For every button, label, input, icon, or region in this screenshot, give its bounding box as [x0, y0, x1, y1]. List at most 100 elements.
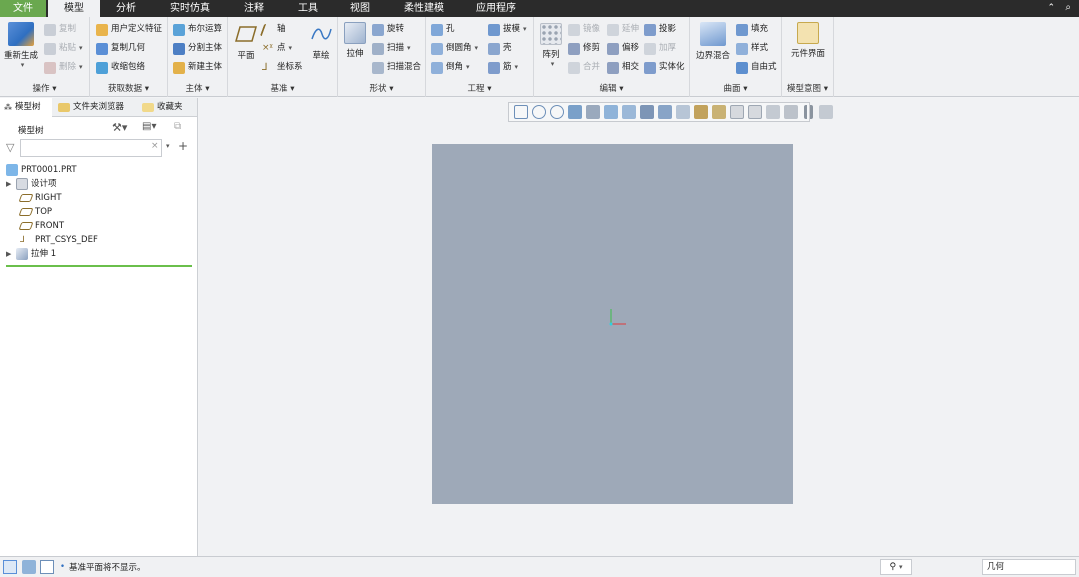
zoom-in-icon[interactable] — [532, 105, 546, 119]
tree-item-front[interactable]: FRONT — [18, 219, 64, 233]
tree-item-right[interactable]: RIGHT — [18, 191, 62, 205]
expand-arrow-icon[interactable]: ▶ — [6, 247, 16, 261]
tab-tools[interactable]: 工具 — [286, 0, 330, 17]
add-filter-icon[interactable]: + — [178, 139, 188, 153]
project-button[interactable]: 投影 — [644, 22, 676, 37]
rib-button[interactable]: 筋 ▾ — [488, 60, 518, 75]
tree-item-extrude[interactable]: ▶ 拉伸 1 — [6, 247, 56, 261]
extrude-button[interactable]: 拉伸 — [342, 22, 368, 59]
display-style-icon[interactable] — [640, 105, 654, 119]
sketch-button[interactable]: 草绘 — [308, 25, 334, 61]
mirror-button[interactable]: 镜像 — [568, 22, 600, 37]
paste-button[interactable]: 粘贴 ▾ — [44, 41, 83, 56]
hole-button[interactable]: 孔 — [431, 22, 455, 37]
tree-columns-icon[interactable]: ▤▾ — [142, 121, 156, 132]
solidify-button[interactable]: 实体化 — [644, 60, 685, 75]
refit-icon[interactable] — [514, 105, 528, 119]
insert-here-line[interactable] — [6, 265, 192, 267]
pause-icon[interactable] — [804, 105, 813, 119]
merge-button[interactable]: 合并 — [568, 60, 600, 75]
tree-item-top[interactable]: TOP — [18, 205, 52, 219]
shell-button[interactable]: 壳 — [488, 41, 512, 56]
pattern-button[interactable]: 阵列 ▾ — [538, 23, 564, 68]
selection-filter-select[interactable]: 几何 — [982, 559, 1076, 575]
copy-geometry-button[interactable]: 复制几何 — [96, 41, 145, 56]
plane-display-icon[interactable] — [748, 105, 762, 119]
datum-display-icon[interactable] — [658, 105, 672, 119]
regenerate-button[interactable]: 重新生成 ▾ — [2, 22, 40, 69]
find-button[interactable]: ⚲ ▾ — [880, 559, 912, 575]
tab-model-tree[interactable]: ⁂ 模型树 — [0, 98, 52, 117]
expand-arrow-icon[interactable]: ▶ — [6, 177, 16, 191]
group-get-data-label[interactable]: 获取数据 ▾ — [90, 82, 167, 94]
shrinkwrap-button[interactable]: 收缩包络 — [96, 60, 145, 75]
extend-button[interactable]: 延伸 — [607, 22, 639, 37]
tab-annotate[interactable]: 注释 — [232, 0, 276, 17]
group-shapes-label[interactable]: 形状 ▾ — [338, 82, 425, 94]
spin-center-icon[interactable] — [586, 105, 600, 119]
axis-button[interactable]: 轴 — [259, 22, 286, 37]
boundary-blend-button[interactable]: 边界混合 — [694, 22, 732, 61]
copy-button[interactable]: 复制 — [44, 22, 76, 37]
tab-folder-browser[interactable]: 文件夹浏览器 — [54, 98, 136, 117]
section-icon[interactable] — [694, 105, 708, 119]
tab-favorites[interactable]: 收藏夹 — [138, 98, 196, 117]
collapse-ribbon-icon[interactable]: ⌃ — [1047, 3, 1055, 13]
group-engineering-label[interactable]: 工程 ▾ — [426, 82, 533, 94]
sweep-button[interactable]: 扫描 ▾ — [372, 41, 411, 56]
boolean-button[interactable]: 布尔运算 — [173, 22, 222, 37]
revolve-button[interactable]: 旋转 — [372, 22, 404, 37]
group-model-intent-label[interactable]: 模型意图 ▾ — [782, 82, 833, 94]
offset-button[interactable]: 偏移 — [607, 41, 639, 56]
3d-view-toggle-icon[interactable] — [22, 560, 36, 574]
component-interface-button[interactable]: 元件界面 — [786, 22, 830, 59]
search-icon[interactable]: ⌕ — [1065, 2, 1071, 13]
filter-icon[interactable]: ▽ — [6, 141, 14, 154]
tree-item-csys[interactable]: ⅃ PRT_CSYS_DEF — [20, 233, 98, 247]
new-body-button[interactable]: 新建主体 — [173, 60, 222, 75]
tab-file[interactable]: 文件 — [0, 0, 46, 17]
csys-display-icon[interactable] — [712, 105, 726, 119]
trim-button[interactable]: 修剪 — [568, 41, 600, 56]
tree-item-design-items[interactable]: ▶ 设计项 — [6, 177, 57, 191]
tree-settings-icon[interactable]: ⚒▾ — [112, 121, 127, 134]
csys-button[interactable]: ⅃ 坐标系 — [262, 60, 303, 75]
swept-blend-button[interactable]: 扫描混合 — [372, 60, 421, 75]
udf-button[interactable]: 用户定义特征 — [96, 22, 162, 37]
annotation-display-icon[interactable] — [676, 105, 690, 119]
repaint-icon[interactable] — [568, 105, 582, 119]
browser-toggle-icon[interactable] — [40, 560, 54, 574]
clear-search-icon[interactable]: × — [151, 141, 159, 151]
fill-button[interactable]: 填充 — [736, 22, 768, 37]
tab-model[interactable]: 模型 — [48, 0, 100, 17]
delete-button[interactable]: 删除 ▾ — [44, 60, 83, 75]
search-dropdown-icon[interactable]: ▾ — [166, 142, 170, 150]
style-button[interactable]: 样式 — [736, 41, 768, 56]
zoom-out-icon[interactable] — [550, 105, 564, 119]
view-orient-icon[interactable] — [604, 105, 618, 119]
tab-applications[interactable]: 应用程序 — [468, 0, 524, 17]
saved-views-icon[interactable] — [622, 105, 636, 119]
model-tree-toggle-icon[interactable] — [3, 560, 17, 574]
thicken-button[interactable]: 加厚 — [644, 41, 676, 56]
spin-center-display-icon[interactable] — [784, 105, 798, 119]
group-editing-label[interactable]: 编辑 ▾ — [534, 82, 689, 94]
point-display-icon[interactable] — [730, 105, 744, 119]
intersect-button[interactable]: 相交 — [607, 60, 639, 75]
tree-item-part[interactable]: PRT0001.PRT — [6, 163, 77, 177]
group-operations-label[interactable]: 操作 ▾ — [0, 82, 89, 94]
point-button[interactable]: ×ᵡ 点 ▾ — [262, 41, 292, 56]
tab-analysis[interactable]: 分析 — [104, 0, 148, 17]
graphics-canvas[interactable] — [432, 144, 793, 504]
tree-search-input[interactable] — [20, 139, 162, 157]
tab-flexible-modeling[interactable]: 柔性建模 — [392, 0, 456, 17]
group-body-label[interactable]: 主体 ▾ — [168, 82, 227, 94]
group-surfaces-label[interactable]: 曲面 ▾ — [690, 82, 781, 94]
chamfer-button[interactable]: 倒角 ▾ — [431, 60, 470, 75]
group-datum-label[interactable]: 基准 ▾ — [228, 82, 337, 94]
draft-button[interactable]: 拔模 ▾ — [488, 22, 527, 37]
animation-icon[interactable] — [819, 105, 833, 119]
tab-live-simulation[interactable]: 实时仿真 — [160, 0, 220, 17]
round-button[interactable]: 倒圆角 ▾ — [431, 41, 478, 56]
tab-view[interactable]: 视图 — [338, 0, 382, 17]
